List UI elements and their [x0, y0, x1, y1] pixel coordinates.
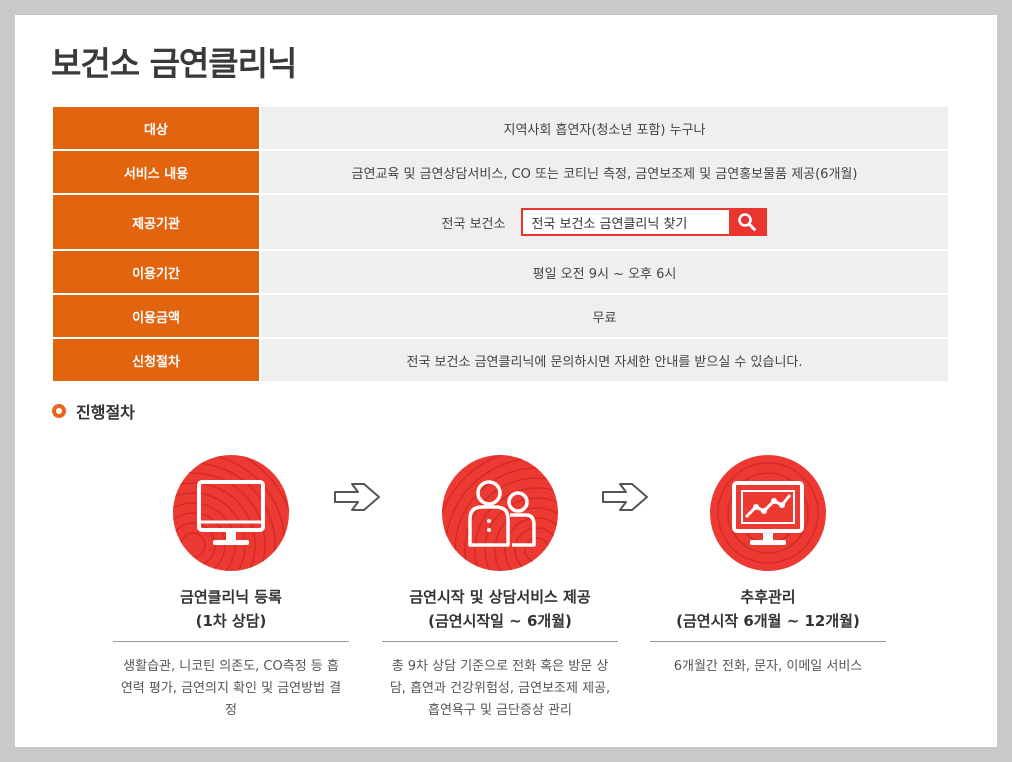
row-value-fee: 무료 — [261, 295, 948, 339]
row-header-apply: 신청절차 — [53, 339, 261, 383]
table-row: 제공기관 전국 보건소 — [53, 195, 948, 251]
table-row: 대상 지역사회 흡연자(청소년 포함) 누구나 — [53, 107, 948, 151]
process-step-3: 추후관리 (금연시작 6개월 ~ 12개월) 6개월간 전화, 문자, 이메일 … — [650, 455, 886, 678]
process-heading: 진행절차 — [52, 399, 135, 423]
step-circle — [173, 455, 289, 571]
row-header-fee: 이용금액 — [53, 295, 261, 339]
clinic-search-box — [521, 208, 768, 236]
search-icon — [738, 213, 757, 231]
step-description: 6개월간 전화, 문자, 이메일 서비스 — [673, 659, 863, 674]
table-row: 서비스 내용 금연교육 및 금연상담서비스, CO 또는 코티닌 측정, 금연보… — [53, 151, 948, 195]
step-circle — [710, 455, 826, 571]
step-divider — [382, 641, 618, 642]
row-value-provider: 전국 보건소 — [261, 195, 948, 251]
row-header-target: 대상 — [53, 107, 261, 151]
chart-monitor-icon — [732, 481, 804, 545]
step-circle — [442, 455, 558, 571]
search-button[interactable] — [729, 210, 766, 234]
row-value-apply: 전국 보건소 금연클리닉에 문의하시면 자세한 안내를 받으실 수 있습니다. — [261, 339, 948, 383]
arrow-right-icon — [602, 483, 648, 511]
row-value-service: 금연교육 및 금연상담서비스, CO 또는 코티닌 측정, 금연보조제 및 금연… — [261, 151, 948, 195]
page-title: 보건소 금연클리닉 — [51, 44, 297, 83]
row-value-target: 지역사회 흡연자(청소년 포함) 누구나 — [261, 107, 948, 151]
people-icon — [468, 480, 536, 547]
table-row: 신청절차 전국 보건소 금연클리닉에 문의하시면 자세한 안내를 받으실 수 있… — [53, 339, 948, 383]
monitor-icon — [197, 480, 265, 545]
content-panel: 보건소 금연클리닉 대상 지역사회 흡연자(청소년 포함) 누구나 서비스 내용… — [15, 15, 997, 747]
step-title: 추후관리 (금연시작 6개월 ~ 12개월) — [676, 588, 860, 630]
row-value-period: 평일 오전 9시 ~ 오후 6시 — [261, 251, 948, 295]
process-title: 진행절차 — [76, 403, 135, 422]
step-title: 금연시작 및 상담서비스 제공 (금연시작일 ~ 6개월) — [409, 588, 591, 630]
info-table: 대상 지역사회 흡연자(청소년 포함) 누구나 서비스 내용 금연교육 및 금연… — [53, 107, 948, 383]
table-row: 이용금액 무료 — [53, 295, 948, 339]
process-step-1: 금연클리닉 등록 (1차 상담) 생활습관, 니코틴 의존도, CO측정 등 흡… — [113, 455, 349, 722]
row-header-service: 서비스 내용 — [53, 151, 261, 195]
arrow-right-icon — [334, 483, 380, 511]
step-description: 생활습관, 니코틴 의존도, CO측정 등 흡연력 평가, 금연의지 확인 및 … — [120, 659, 342, 718]
process-step-2: 금연시작 및 상담서비스 제공 (금연시작일 ~ 6개월) 총 9차 상담 기준… — [382, 455, 618, 722]
table-row: 이용기간 평일 오전 9시 ~ 오후 6시 — [53, 251, 948, 295]
step-title: 금연클리닉 등록 (1차 상담) — [180, 588, 282, 630]
step-divider — [113, 641, 349, 642]
bullet-icon — [52, 404, 66, 418]
provider-label: 전국 보건소 — [441, 216, 506, 232]
row-header-period: 이용기간 — [53, 251, 261, 295]
row-header-provider: 제공기관 — [53, 195, 261, 251]
step-divider — [650, 641, 886, 642]
clinic-search-input[interactable] — [523, 210, 730, 234]
step-description: 총 9차 상담 기준으로 전화 혹은 방문 상담, 흡연과 건강위험성, 금연보… — [389, 659, 611, 718]
